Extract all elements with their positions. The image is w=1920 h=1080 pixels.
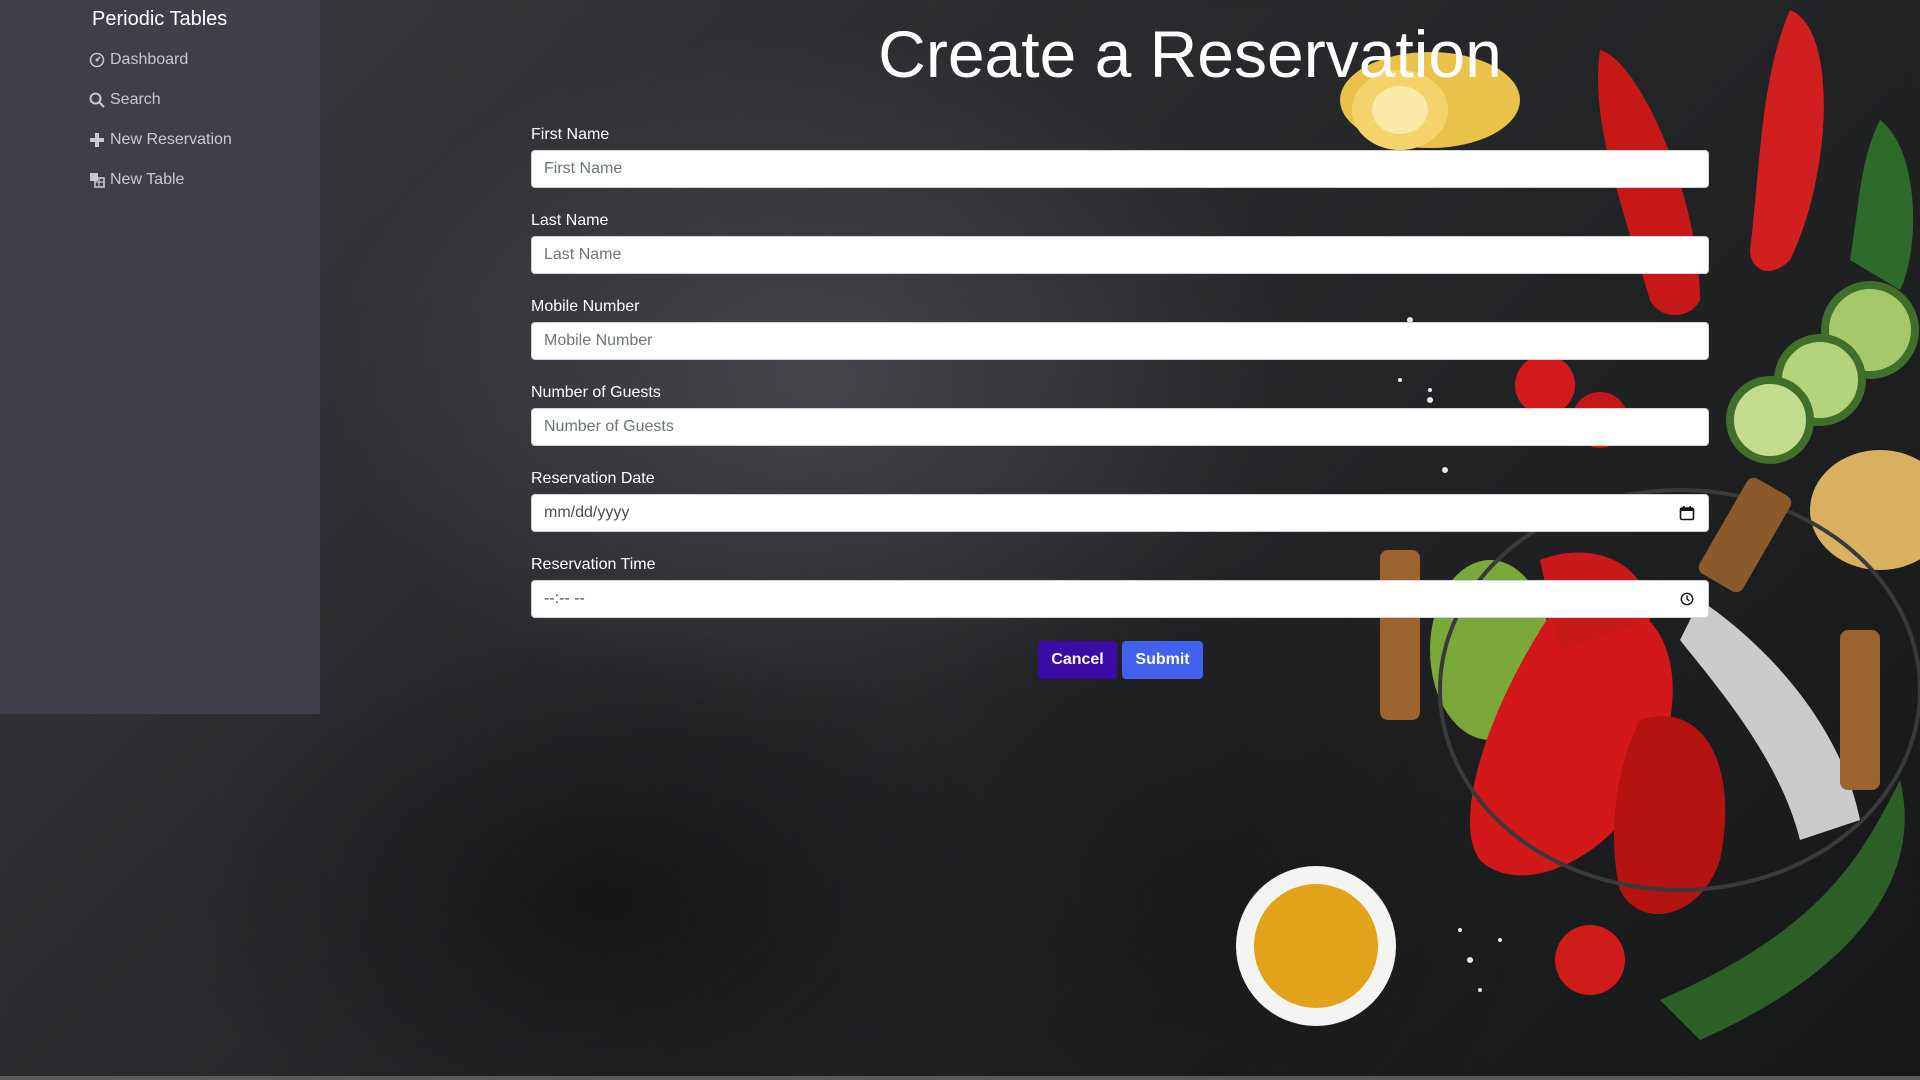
last-name-field-group: Last Name <box>531 208 1709 294</box>
sidebar-item-dashboard[interactable]: Dashboard <box>88 48 188 72</box>
guests-label: Number of Guests <box>531 384 661 401</box>
sidebar-item-new-reservation[interactable]: New Reservation <box>88 128 232 152</box>
reservation-date-input[interactable]: mm/dd/yyyy <box>531 494 1709 532</box>
sidebar-item-label: New Table <box>110 171 185 188</box>
plus-icon <box>88 131 106 149</box>
mobile-number-input[interactable] <box>531 322 1709 360</box>
guests-input[interactable] <box>531 408 1709 446</box>
reservation-time-field-group: Reservation Time --:-- -- <box>531 552 1709 638</box>
sidebar-item-new-table[interactable]: New Table <box>88 168 184 192</box>
calendar-icon[interactable] <box>1678 504 1696 522</box>
dashboard-icon <box>88 51 106 69</box>
sidebar-item-label: New Reservation <box>110 131 232 148</box>
first-name-label: First Name <box>531 126 610 143</box>
form-actions: Cancel Submit <box>1038 641 1203 679</box>
submit-button[interactable]: Submit <box>1122 641 1203 679</box>
cancel-button[interactable]: Cancel <box>1038 641 1117 679</box>
first-name-input[interactable] <box>531 150 1709 188</box>
last-name-label: Last Name <box>531 212 609 229</box>
page-title: Create a Reservation <box>878 17 1502 91</box>
sidebar: Periodic Tables Dashboard Search New Res… <box>0 0 320 714</box>
sidebar-item-label: Search <box>110 91 161 108</box>
reservation-date-value: mm/dd/yyyy <box>544 504 630 521</box>
reservation-time-input[interactable]: --:-- -- <box>531 580 1709 618</box>
reservation-date-label: Reservation Date <box>531 470 655 487</box>
first-name-field-group: First Name <box>531 122 1709 208</box>
search-icon <box>88 91 106 109</box>
reservation-time-label: Reservation Time <box>531 556 656 573</box>
guests-field-group: Number of Guests <box>531 380 1709 466</box>
bottom-divider <box>0 1076 1920 1080</box>
sidebar-item-label: Dashboard <box>110 51 189 68</box>
mobile-number-field-group: Mobile Number <box>531 294 1709 380</box>
table-icon <box>88 171 106 189</box>
reservation-date-field-group: Reservation Date mm/dd/yyyy <box>531 466 1709 552</box>
mobile-number-label: Mobile Number <box>531 298 640 315</box>
brand-title[interactable]: Periodic Tables <box>92 8 227 31</box>
clock-icon[interactable] <box>1678 590 1696 608</box>
reservation-form: First Name Last Name Mobile Number Numbe… <box>531 122 1709 638</box>
reservation-time-value: --:-- -- <box>544 590 585 607</box>
sidebar-item-search[interactable]: Search <box>88 88 161 112</box>
last-name-input[interactable] <box>531 236 1709 274</box>
